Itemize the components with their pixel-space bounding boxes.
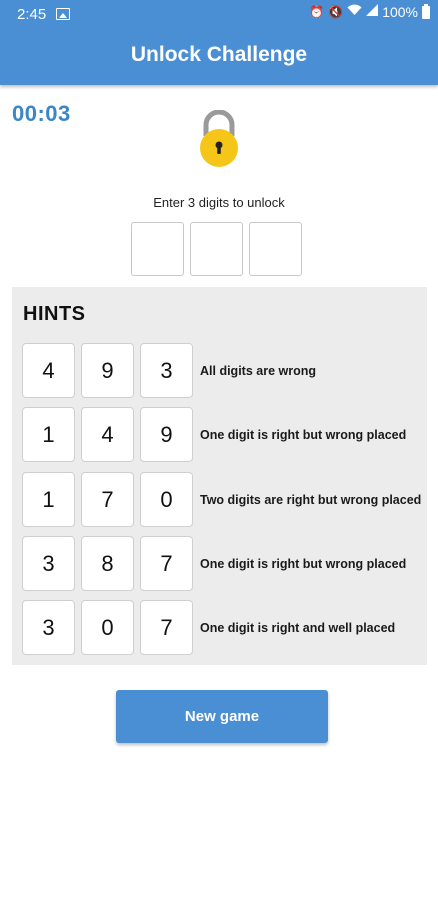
hint-row: 3 0 7 One digit is right and well placed (22, 600, 422, 656)
app-title: Unlock Challenge (130, 43, 308, 66)
image-icon (56, 8, 70, 20)
app-bar: 2:45 ⏰ 🔇 100% Unlock Challenge (0, 0, 438, 85)
status-bar: 2:45 ⏰ 🔇 100% (0, 0, 438, 28)
hint-digit: 7 (140, 536, 193, 591)
code-input-group (131, 222, 302, 276)
hint-digit: 7 (81, 472, 134, 527)
digit-input-2[interactable] (190, 222, 243, 276)
wifi-icon (347, 4, 362, 20)
digit-input-3[interactable] (249, 222, 302, 276)
hint-digit: 7 (140, 600, 193, 655)
hint-digit: 9 (81, 343, 134, 398)
hint-digit: 1 (22, 407, 75, 462)
hint-digit: 4 (81, 407, 134, 462)
mute-icon: 🔇 (328, 5, 344, 19)
hint-row: 1 7 0 Two digits are right but wrong pla… (22, 472, 422, 528)
hint-digit: 3 (22, 536, 75, 591)
timer: 00:03 (12, 101, 71, 126)
padlock-icon (200, 110, 238, 167)
hint-text: All digits are wrong (200, 363, 316, 378)
hint-text: Two digits are right but wrong placed (200, 492, 422, 507)
unlock-prompt: Enter 3 digits to unlock (153, 195, 285, 210)
hint-digit: 3 (140, 343, 193, 398)
digit-input-1[interactable] (131, 222, 184, 276)
hint-digit: 1 (22, 472, 75, 527)
hint-digit: 8 (81, 536, 134, 591)
hint-digit: 3 (22, 600, 75, 655)
status-icons: ⏰ 🔇 100% (309, 3, 430, 20)
hints-title: HINTS (23, 303, 86, 325)
hint-digit: 0 (81, 600, 134, 655)
battery-icon (422, 3, 430, 19)
hint-digit: 9 (140, 407, 193, 462)
hints-panel: HINTS 4 9 3 All digits are wrong 1 4 9 O… (12, 287, 427, 665)
signal-icon (366, 4, 379, 20)
hint-row: 1 4 9 One digit is right but wrong place… (22, 407, 422, 463)
hint-digit: 0 (140, 472, 193, 527)
hint-digit: 4 (22, 343, 75, 398)
hint-row: 4 9 3 All digits are wrong (22, 343, 422, 399)
hint-text: One digit is right but wrong placed (200, 556, 407, 571)
hint-text: One digit is right but wrong placed (200, 427, 407, 442)
alarm-icon: ⏰ (309, 5, 325, 19)
hint-text: One digit is right and well placed (200, 620, 396, 635)
hint-row: 3 8 7 One digit is right but wrong place… (22, 536, 422, 592)
new-game-button[interactable]: New game (116, 690, 328, 743)
battery-percent: 100% (382, 4, 418, 20)
status-time: 2:45 (17, 6, 47, 23)
